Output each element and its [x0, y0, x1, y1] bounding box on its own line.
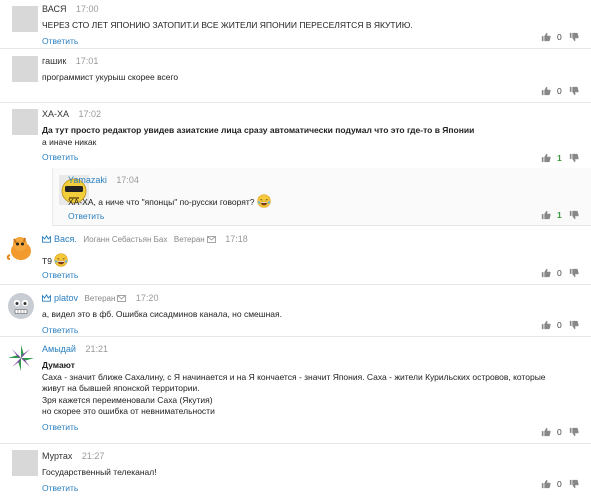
vote-controls: 0 — [541, 319, 579, 331]
vote-controls: 1 — [541, 152, 579, 164]
reply-button[interactable]: Ответить — [42, 325, 78, 335]
comment-time: 17:02 — [78, 109, 102, 119]
avatar[interactable] — [6, 291, 36, 321]
crown-icon — [42, 294, 51, 302]
laughing-tears-emoji — [257, 194, 271, 208]
avatar[interactable] — [6, 233, 36, 263]
comment: platov Ветеран 17:20 а, видел это в фб. … — [0, 285, 591, 337]
reply-button[interactable]: Ответить — [42, 152, 78, 162]
comment-time: 21:21 — [85, 344, 108, 354]
avatar[interactable] — [12, 56, 38, 82]
crown-icon — [42, 235, 51, 243]
like-count: 1 — [557, 210, 562, 220]
avatar[interactable] — [12, 6, 38, 32]
comment-author[interactable]: ХА-ХА — [42, 109, 69, 119]
comment-text: ЧЕРЕЗ СТО ЛЕТ ЯПОНИЮ ЗАТОПИТ.И ВСЕ ЖИТЕЛ… — [42, 20, 413, 30]
thumb-down-icon[interactable] — [569, 32, 579, 42]
reply-button[interactable]: Ответить — [42, 422, 78, 432]
like-count: 0 — [557, 427, 562, 437]
comment-text: Думают Саха - значит ближе Сахалину, с Я… — [42, 360, 546, 416]
thumb-up-icon[interactable] — [541, 86, 551, 96]
comment-time: 17:04 — [116, 175, 139, 185]
comment-author[interactable]: Вася. — [54, 234, 77, 244]
user-role: Ветеран — [173, 235, 205, 244]
vote-controls: 0 — [541, 267, 579, 279]
comment-time: 21:27 — [81, 451, 105, 461]
thumb-down-icon[interactable] — [569, 153, 579, 163]
thumb-up-icon[interactable] — [541, 479, 551, 489]
comment-text: ХА-ХА, а ниче что "японцы" по-русски гов… — [68, 194, 579, 209]
comment-reply: Yamazaki 17:04 ХА-ХА, а ниче что "японцы… — [52, 168, 591, 226]
comment: Муртах 21:27 Государственный телеканал! … — [0, 444, 591, 500]
comment-time: 17:20 — [135, 293, 159, 303]
comment-text: программист укурыш скорее всего — [42, 72, 179, 82]
thumb-up-icon[interactable] — [541, 153, 551, 163]
envelope-icon[interactable] — [117, 295, 126, 302]
thumb-up-icon[interactable] — [541, 427, 551, 437]
like-count: 0 — [557, 479, 562, 489]
thumb-down-icon[interactable] — [569, 210, 579, 220]
thumb-down-icon[interactable] — [569, 86, 579, 96]
vote-controls: 1 — [541, 209, 579, 221]
reply-button[interactable]: Ответить — [42, 270, 78, 280]
avatar[interactable] — [12, 450, 38, 476]
comment-author[interactable]: гашик — [42, 56, 66, 66]
vote-controls: 0 — [541, 426, 579, 438]
vote-controls: 0 — [541, 478, 579, 490]
like-count: 1 — [557, 153, 562, 163]
avatar[interactable] — [12, 109, 38, 135]
comment-author[interactable]: Муртах — [42, 451, 72, 461]
thumb-down-icon[interactable] — [569, 268, 579, 278]
like-count: 0 — [557, 320, 562, 330]
reply-button[interactable]: Ответить — [42, 36, 78, 46]
comment-text: Т9 — [42, 253, 579, 268]
user-rank-title: Иоганн Себастьян Бах — [83, 235, 168, 244]
thumb-up-icon[interactable] — [541, 268, 551, 278]
comment: Амыдай 21:21 Думают Саха - значит ближе … — [0, 337, 591, 444]
thumb-down-icon[interactable] — [569, 479, 579, 489]
thumb-up-icon[interactable] — [541, 32, 551, 42]
comment: Вася. Иоганн Себастьян Бах Ветеран 17:18… — [0, 226, 591, 285]
like-count: 0 — [557, 86, 562, 96]
thumb-down-icon[interactable] — [569, 427, 579, 437]
comment-author[interactable]: ВАСЯ — [42, 4, 67, 14]
comment-text: а, видел это в фб. Ошибка сисадминов кан… — [42, 309, 282, 319]
like-count: 0 — [557, 268, 562, 278]
reply-button[interactable]: Ответить — [68, 211, 104, 221]
comment-author[interactable]: Амыдай — [42, 344, 76, 354]
thumb-up-icon[interactable] — [541, 210, 551, 220]
comment-author[interactable]: Yamazaki — [68, 175, 107, 185]
vote-controls: 0 — [541, 31, 579, 43]
comment: гашик 17:01 программист укурыш скорее вс… — [0, 49, 591, 103]
thumb-down-icon[interactable] — [569, 320, 579, 330]
comment: ВАСЯ 17:00 ЧЕРЕЗ СТО ЛЕТ ЯПОНИЮ ЗАТОПИТ.… — [0, 0, 591, 49]
comment-text: Государственный телеканал! — [42, 467, 157, 477]
reply-button[interactable]: Ответить — [42, 483, 78, 493]
comment-author[interactable]: platov — [54, 293, 78, 303]
avatar[interactable] — [6, 343, 36, 373]
laughing-tears-emoji — [54, 253, 68, 267]
like-count: 0 — [557, 32, 562, 42]
comment-time: 17:18 — [225, 234, 248, 244]
comment-time: 17:00 — [76, 4, 99, 14]
thumb-up-icon[interactable] — [541, 320, 551, 330]
comment: ХА-ХА 17:02 Да тут просто редактор увиде… — [0, 103, 591, 168]
vote-controls: 0 — [541, 85, 579, 97]
envelope-icon[interactable] — [207, 236, 216, 243]
comment-text: Да тут просто редактор увидев азиатские … — [42, 125, 475, 147]
user-role: Ветеран — [84, 294, 116, 303]
comment-time: 17:01 — [75, 56, 99, 66]
